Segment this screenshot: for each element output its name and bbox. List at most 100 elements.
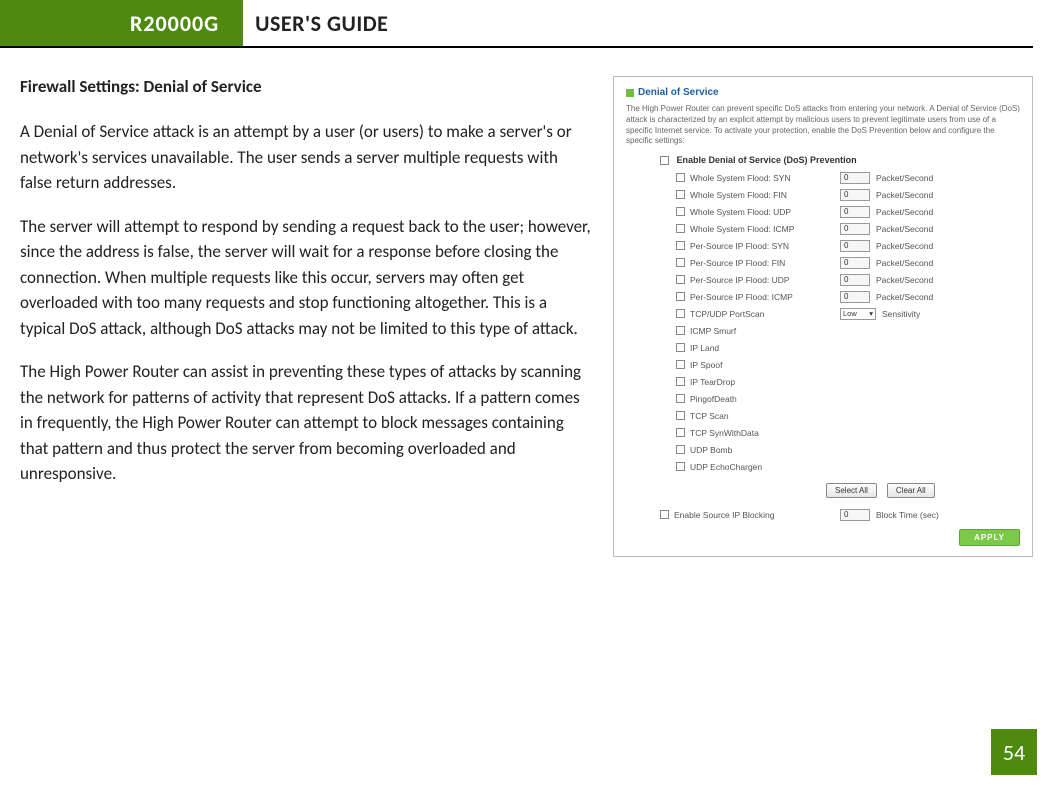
value-input[interactable]: 0 <box>840 240 870 252</box>
square-icon <box>626 89 634 97</box>
checkbox[interactable] <box>676 377 685 386</box>
value-input[interactable]: 0 <box>840 257 870 269</box>
checkbox[interactable] <box>676 173 685 182</box>
ss-value-row: Per-Source IP Flood: UDP0 Packet/Second <box>676 271 1020 288</box>
ss-unit: Packet/Second <box>876 275 933 285</box>
ss-apply-row: APPLY <box>626 529 1020 546</box>
checkbox[interactable] <box>676 326 685 335</box>
block-time-input[interactable]: 0 <box>840 509 870 521</box>
document-title: USER'S GUIDE <box>243 0 388 46</box>
ss-row-label: Per-Source IP Flood: FIN <box>690 258 840 268</box>
page-number: 54 <box>991 729 1037 775</box>
ss-row-label: TCP Scan <box>690 411 840 421</box>
ss-master-label: Enable Denial of Service (DoS) Preventio… <box>677 155 857 165</box>
ss-simple-row: UDP EchoChargen <box>676 458 1020 475</box>
ss-source-block-label: Enable Source IP Blocking <box>674 510 840 520</box>
ss-title-text: Denial of Service <box>638 87 719 98</box>
checkbox[interactable] <box>676 224 685 233</box>
embedded-screenshot: Denial of Service The High Power Router … <box>613 76 1033 557</box>
ss-portscan-label: TCP/UDP PortScan <box>690 309 840 319</box>
value-input[interactable]: 0 <box>840 223 870 235</box>
checkbox[interactable] <box>676 360 685 369</box>
ss-row-label: UDP Bomb <box>690 445 840 455</box>
ss-value-row: Whole System Flood: ICMP0Packet/Second <box>676 220 1020 237</box>
ss-simple-row: IP Spoof <box>676 356 1020 373</box>
checkbox[interactable] <box>676 411 685 420</box>
value-input[interactable]: 0 <box>840 291 870 303</box>
ss-row-label: IP Land <box>690 343 840 353</box>
checkbox-portscan[interactable] <box>676 309 685 318</box>
ss-row-label: PingofDeath <box>690 394 840 404</box>
ss-row-label: UDP EchoChargen <box>690 462 840 472</box>
ss-intro: The High Power Router can prevent specif… <box>626 104 1020 147</box>
checkbox[interactable] <box>676 343 685 352</box>
checkbox[interactable] <box>676 258 685 267</box>
ss-portscan-unit: Sensitivity <box>882 309 920 319</box>
ss-row-label: Per-Source IP Flood: ICMP <box>690 292 840 302</box>
ss-source-block-row: Enable Source IP Blocking 0 Block Time (… <box>660 506 1020 523</box>
ss-unit: Packet/Second <box>876 173 933 183</box>
ss-value-row: Per-Source IP Flood: FIN0 Packet/Second <box>676 254 1020 271</box>
ss-simple-rows: ICMP Smurf IP Land IP Spoof IP TearDrop Ping… <box>626 322 1020 475</box>
ss-row-label: TCP SynWithData <box>690 428 840 438</box>
ss-row-label: Whole System Flood: FIN <box>690 190 840 200</box>
checkbox[interactable] <box>676 445 685 454</box>
ss-unit: Packet/Second <box>876 207 933 217</box>
ss-value-row: Whole System Flood: SYN0 Packet/Second <box>676 169 1020 186</box>
checkbox[interactable] <box>676 190 685 199</box>
paragraph-2: The server will attempt to respond by se… <box>20 214 591 342</box>
ss-value-row: Per-Source IP Flood: SYN0 Packet/Second <box>676 237 1020 254</box>
content-area: Firewall Settings: Denial of Service A D… <box>0 48 1053 557</box>
sensitivity-select[interactable]: Low ▾ <box>840 308 876 320</box>
ss-row-label: IP TearDrop <box>690 377 840 387</box>
paragraph-3: The High Power Router can assist in prev… <box>20 359 591 487</box>
section-title: Firewall Settings: Denial of Service <box>20 76 591 97</box>
ss-simple-row: TCP Scan <box>676 407 1020 424</box>
ss-unit: Packet/Second <box>876 190 933 200</box>
ss-button-row: Select All Clear All <box>826 483 1020 498</box>
value-input[interactable]: 0 <box>840 206 870 218</box>
checkbox[interactable] <box>676 207 685 216</box>
ss-master-row: Enable Denial of Service (DoS) Preventio… <box>660 155 1020 165</box>
ss-row-label: IP Spoof <box>690 360 840 370</box>
ss-row-label: Whole System Flood: SYN <box>690 173 840 183</box>
clear-all-button[interactable]: Clear All <box>887 483 935 498</box>
document-header: R20000G USER'S GUIDE <box>0 0 1033 48</box>
checkbox-master[interactable] <box>660 156 669 165</box>
model-badge: R20000G <box>0 0 243 46</box>
ss-row-label: Whole System Flood: ICMP <box>690 224 840 234</box>
checkbox[interactable] <box>676 462 685 471</box>
ss-unit: Packet/Second <box>876 258 933 268</box>
value-input[interactable]: 0 <box>840 274 870 286</box>
ss-row-label: Per-Source IP Flood: UDP <box>690 275 840 285</box>
ss-portscan-row: TCP/UDP PortScan Low ▾ Sensitivity <box>676 305 1020 322</box>
value-input[interactable]: 0 <box>840 189 870 201</box>
ss-simple-row: IP Land <box>676 339 1020 356</box>
checkbox[interactable] <box>676 241 685 250</box>
checkbox[interactable] <box>676 428 685 437</box>
checkbox-source-block[interactable] <box>660 510 669 519</box>
checkbox[interactable] <box>676 275 685 284</box>
ss-row-label: Per-Source IP Flood: SYN <box>690 241 840 251</box>
chevron-down-icon: ▾ <box>869 309 873 318</box>
text-column: Firewall Settings: Denial of Service A D… <box>20 76 591 557</box>
sensitivity-value: Low <box>843 309 857 318</box>
apply-button[interactable]: APPLY <box>959 529 1020 546</box>
ss-unit: Packet/Second <box>876 241 933 251</box>
ss-row-label: ICMP Smurf <box>690 326 840 336</box>
ss-value-row: Per-Source IP Flood: ICMP0 Packet/Second <box>676 288 1020 305</box>
checkbox[interactable] <box>676 394 685 403</box>
select-all-button[interactable]: Select All <box>826 483 877 498</box>
ss-row-label: Whole System Flood: UDP <box>690 207 840 217</box>
ss-unit: Packet/Second <box>876 292 933 302</box>
ss-simple-row: TCP SynWithData <box>676 424 1020 441</box>
checkbox[interactable] <box>676 292 685 301</box>
ss-value-rows: Whole System Flood: SYN0Packet/SecondWho… <box>626 169 1020 305</box>
ss-value-row: Whole System Flood: FIN0 Packet/Second <box>676 186 1020 203</box>
ss-simple-row: UDP Bomb <box>676 441 1020 458</box>
paragraph-1: A Denial of Service attack is an attempt… <box>20 119 591 196</box>
value-input[interactable]: 0 <box>840 172 870 184</box>
ss-source-block-unit: Block Time (sec) <box>876 510 939 520</box>
ss-simple-row: IP TearDrop <box>676 373 1020 390</box>
ss-title: Denial of Service <box>626 87 1020 98</box>
